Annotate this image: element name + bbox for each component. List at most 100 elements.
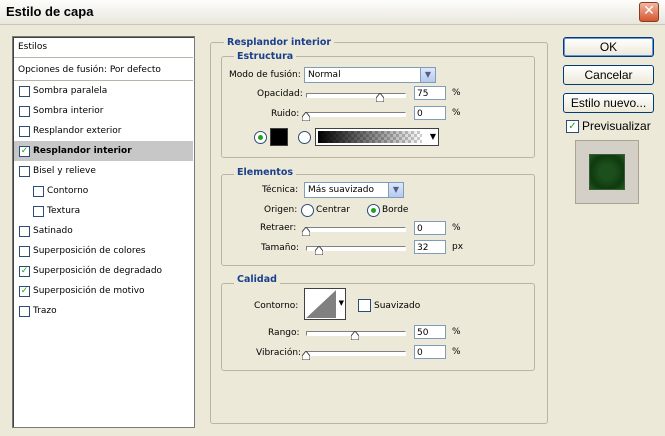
source-center-radio[interactable] [301, 204, 314, 217]
contour-picker[interactable]: ▼ [304, 288, 346, 320]
range-slider-thumb[interactable] [351, 331, 359, 340]
style-item-checkbox[interactable] [33, 206, 44, 217]
ok-button[interactable]: OK [563, 37, 654, 57]
jitter-slider-thumb[interactable] [302, 351, 310, 360]
style-item-checkbox[interactable] [19, 86, 30, 97]
gradient-preview [318, 131, 422, 143]
style-item[interactable]: ✓ Superposición de degradado [14, 261, 193, 281]
jitter-unit: % [452, 347, 461, 357]
style-item[interactable]: Sombra paralela [14, 81, 193, 101]
style-item-checkbox[interactable] [19, 166, 30, 177]
style-item-checkbox[interactable]: ✓ [19, 146, 30, 157]
style-item[interactable]: ✓ Superposición de motivo [14, 281, 193, 301]
blend-options-item[interactable]: Opciones de fusión: Por defecto [14, 60, 193, 81]
style-item-checkbox[interactable] [19, 126, 30, 137]
style-item-label: Resplandor interior [33, 146, 132, 156]
preview-checkbox[interactable]: ✓ [566, 120, 579, 133]
style-item-label: Resplandor exterior [33, 126, 122, 136]
style-item-label: Superposición de degradado [33, 266, 163, 276]
style-item-label: Superposición de motivo [33, 286, 145, 296]
noise-unit: % [452, 108, 461, 118]
opacity-slider-track[interactable] [306, 93, 406, 98]
opacity-input[interactable]: 75 [414, 86, 446, 100]
glow-color-swatch[interactable] [270, 128, 288, 146]
choke-slider-thumb[interactable] [302, 227, 310, 236]
gradient-radio[interactable] [298, 131, 311, 144]
jitter-label: Vibración: [256, 348, 302, 358]
noise-slider-track[interactable] [306, 112, 406, 117]
range-input[interactable]: 50 [414, 325, 446, 339]
technique-select[interactable]: Más suavizado ▼ [304, 182, 404, 198]
blend-mode-label: Modo de fusión: [229, 70, 301, 80]
style-item-label: Contorno [47, 186, 89, 196]
window-title: Estilo de capa [6, 4, 94, 19]
style-item-label: Superposición de colores [33, 246, 146, 256]
antialias-checkbox[interactable] [358, 299, 371, 312]
style-item-label: Sombra interior [33, 106, 104, 116]
style-item-checkbox[interactable] [19, 106, 30, 117]
range-label: Rango: [268, 328, 300, 338]
style-item[interactable]: Textura [14, 201, 193, 221]
chevron-down-icon: ▼ [420, 68, 435, 82]
style-preview [575, 140, 639, 204]
style-item[interactable]: Satinado [14, 221, 193, 241]
choke-input[interactable]: 0 [414, 221, 446, 235]
size-unit: px [452, 242, 464, 252]
style-item-label: Trazo [33, 306, 57, 316]
estructura-title: Estructura [234, 51, 297, 62]
gradient-picker[interactable]: ▼ [315, 128, 439, 146]
style-item-checkbox[interactable] [33, 186, 44, 197]
preview-label: Previsualizar [582, 119, 651, 133]
blend-options-label: Opciones de fusión: Por defecto [18, 65, 161, 75]
choke-unit: % [452, 223, 461, 233]
new-style-button[interactable]: Estilo nuevo... [563, 93, 654, 113]
style-item-label: Textura [47, 206, 81, 216]
style-item-checkbox[interactable] [19, 246, 30, 257]
close-button[interactable]: ✕ [639, 2, 659, 22]
style-item-label: Bisel y relieve [33, 166, 96, 176]
style-item[interactable]: Trazo [14, 301, 193, 321]
source-label: Origen: [264, 205, 298, 215]
opacity-label: Opacidad: [257, 89, 303, 99]
style-item-checkbox[interactable]: ✓ [19, 286, 30, 297]
blend-mode-value: Normal [308, 70, 341, 80]
technique-value: Más suavizado [308, 185, 375, 195]
noise-label: Ruido: [271, 109, 300, 119]
radio-selected-dot [258, 135, 263, 140]
chevron-down-icon: ▼ [429, 132, 436, 141]
source-edge-radio[interactable] [367, 204, 380, 217]
choke-slider-track[interactable] [306, 227, 406, 232]
blend-mode-select[interactable]: Normal ▼ [304, 67, 436, 83]
technique-label: Técnica: [262, 185, 299, 195]
calidad-title: Calidad [234, 274, 280, 285]
noise-slider-thumb[interactable] [302, 112, 310, 121]
size-label: Tamaño: [261, 243, 300, 253]
close-icon: ✕ [643, 3, 655, 19]
jitter-input[interactable]: 0 [414, 345, 446, 359]
choke-label: Retraer: [260, 223, 297, 233]
solid-color-radio[interactable] [254, 131, 267, 144]
style-item-checkbox[interactable]: ✓ [19, 266, 30, 277]
contour-label: Contorno: [254, 301, 299, 311]
style-item-label: Satinado [33, 226, 73, 236]
jitter-slider-track[interactable] [306, 351, 406, 356]
noise-input[interactable]: 0 [414, 106, 446, 120]
contour-preview-icon [306, 290, 336, 318]
style-item[interactable]: Contorno [14, 181, 193, 201]
chevron-down-icon: ▼ [388, 183, 403, 197]
style-item-checkbox[interactable] [19, 226, 30, 237]
style-item[interactable]: Resplandor exterior [14, 121, 193, 141]
source-center-label: Centrar [316, 205, 350, 215]
style-item[interactable]: Superposición de colores [14, 241, 193, 261]
size-input[interactable]: 32 [414, 240, 446, 254]
size-slider-thumb[interactable] [314, 246, 323, 255]
opacity-slider-thumb[interactable] [375, 93, 384, 102]
style-item[interactable]: Sombra interior [14, 101, 193, 121]
style-preview-swatch [589, 154, 625, 190]
style-item[interactable]: Bisel y relieve [14, 161, 193, 181]
cancel-button[interactable]: Cancelar [563, 65, 654, 85]
source-edge-label: Borde [382, 205, 409, 215]
style-item-checkbox[interactable] [19, 306, 30, 317]
style-item[interactable]: ✓ Resplandor interior [14, 141, 193, 161]
styles-header[interactable]: Estilos [14, 37, 193, 58]
